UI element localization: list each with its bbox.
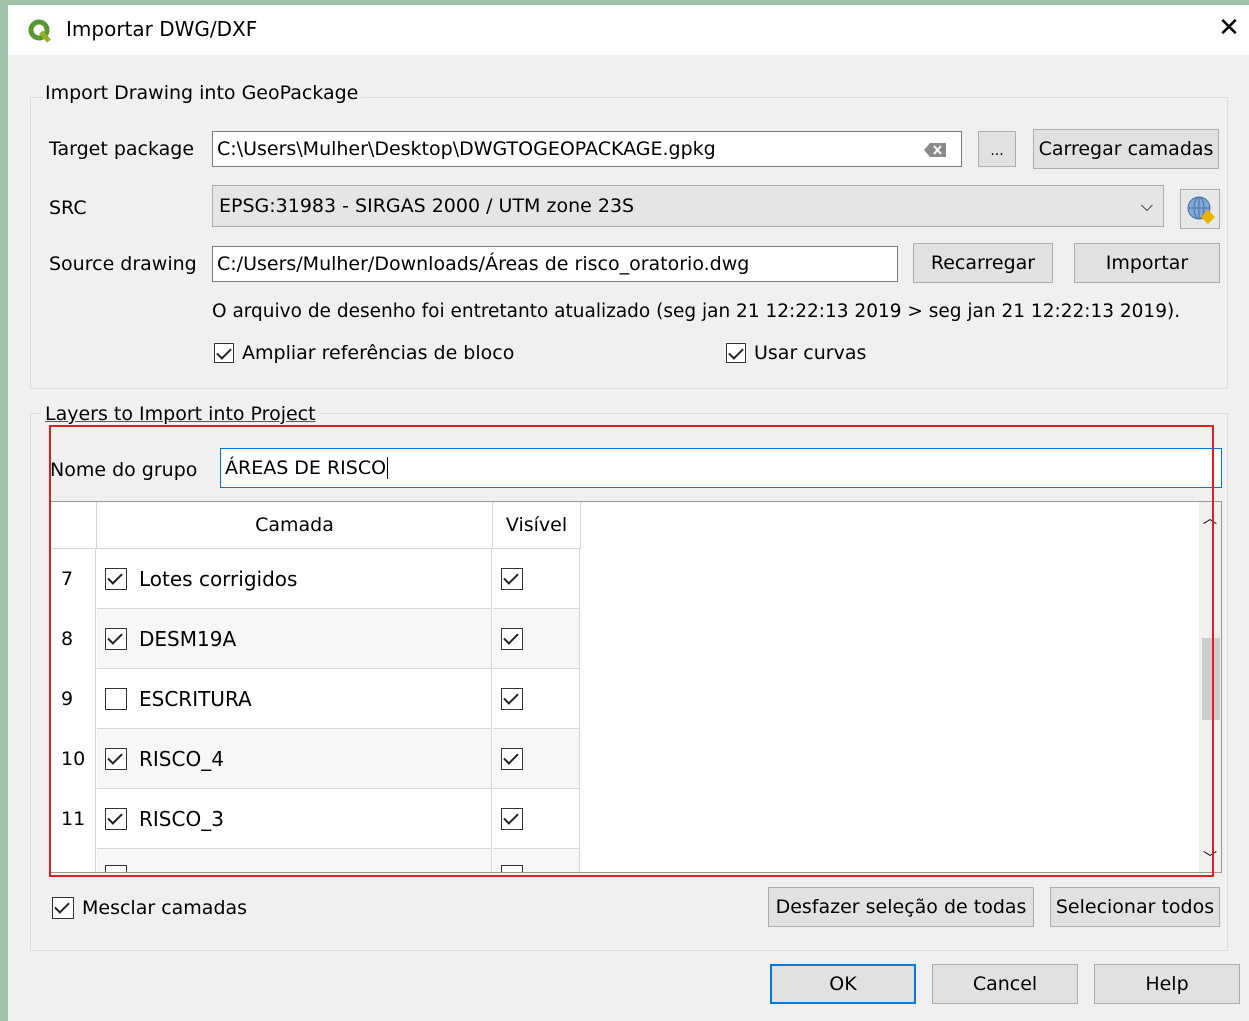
scrollbar-thumb[interactable] <box>1202 638 1220 720</box>
clear-text-icon[interactable] <box>923 142 947 158</box>
title-bar: Importar DWG/DXF ✕ <box>8 5 1249 55</box>
layer-cell[interactable] <box>97 849 492 872</box>
globe-icon <box>1187 196 1216 225</box>
visible-cell[interactable] <box>493 849 580 872</box>
layer-name: RISCO_3 <box>139 806 224 831</box>
layer-checkbox[interactable] <box>105 567 127 590</box>
scroll-down-icon[interactable]: ﹀ <box>1199 848 1221 870</box>
row-number: 10 <box>51 729 96 789</box>
visible-cell[interactable] <box>493 669 580 729</box>
layers-table[interactable]: Camada Visível 7 Lotes corrigidos 8 DESM… <box>50 501 1222 873</box>
visible-checkbox[interactable] <box>501 687 523 710</box>
cancel-button[interactable]: Cancel <box>932 964 1078 1004</box>
import-dwg-dialog: Importar DWG/DXF ✕ Import Drawing into G… <box>8 5 1249 1021</box>
table-row[interactable]: 11 RISCO_3 <box>51 789 581 849</box>
scroll-up-icon[interactable]: ︿ <box>1199 508 1221 530</box>
help-button[interactable]: Help <box>1094 964 1240 1004</box>
source-drawing-input[interactable]: C:/Users/Mulher/Downloads/Áreas de risco… <box>212 246 898 282</box>
layer-cell[interactable]: Lotes corrigidos <box>97 549 492 609</box>
row-number: 7 <box>51 549 96 609</box>
table-row[interactable]: 10 RISCO_4 <box>51 729 581 789</box>
layer-checkbox[interactable] <box>105 865 127 872</box>
visible-checkbox[interactable] <box>501 747 523 770</box>
ok-button[interactable]: OK <box>770 964 916 1004</box>
column-header-visible[interactable]: Visível <box>493 502 581 549</box>
browse-button[interactable]: ... <box>978 131 1016 167</box>
expand-block-references-label: Ampliar referências de bloco <box>242 342 515 364</box>
table-row[interactable]: 9 ESCRITURA <box>51 669 581 729</box>
checkbox-checked-icon[interactable] <box>52 897 74 919</box>
target-package-label: Target package <box>49 138 195 160</box>
src-value: EPSG:31983 - SIRGAS 2000 / UTM zone 23S <box>219 195 635 217</box>
visible-checkbox[interactable] <box>501 865 523 872</box>
visible-checkbox[interactable] <box>501 807 523 830</box>
checkbox-checked-icon[interactable] <box>726 343 746 363</box>
group-name-input[interactable]: ÁREAS DE RISCO <box>220 448 1222 488</box>
layer-checkbox[interactable] <box>105 627 127 650</box>
column-header-layer[interactable]: Camada <box>97 502 493 549</box>
visible-cell[interactable] <box>493 609 580 669</box>
qgis-logo-icon <box>28 19 51 43</box>
table-row[interactable]: 8 DESM19A <box>51 609 581 669</box>
layer-cell[interactable]: RISCO_3 <box>97 789 492 849</box>
row-number: 11 <box>51 789 96 849</box>
layers-group-title: Layers to Import into Project <box>42 403 319 425</box>
src-select[interactable]: EPSG:31983 - SIRGAS 2000 / UTM zone 23S … <box>212 185 1164 227</box>
checkbox-checked-icon[interactable] <box>214 343 234 363</box>
source-drawing-label: Source drawing <box>49 253 197 275</box>
import-group-title: Import Drawing into GeoPackage <box>42 82 362 104</box>
visible-cell[interactable] <box>493 789 580 849</box>
close-icon[interactable]: ✕ <box>1213 11 1245 45</box>
expand-block-references-checkbox[interactable]: Ampliar referências de bloco <box>214 342 514 364</box>
table-corner <box>51 502 97 549</box>
visible-checkbox[interactable] <box>501 627 523 650</box>
merge-layers-label: Mesclar camadas <box>82 897 248 919</box>
chevron-down-icon: ⌵ <box>1140 196 1153 215</box>
visible-cell[interactable] <box>493 729 580 789</box>
layer-name: Lotes corrigidos <box>139 566 298 591</box>
table-scrollbar[interactable]: ︿ ﹀ <box>1199 502 1221 872</box>
layer-name: RISCO_4 <box>139 746 224 771</box>
layer-cell[interactable]: ESCRITURA <box>97 669 492 729</box>
merge-layers-checkbox[interactable]: Mesclar camadas <box>52 897 247 919</box>
window-title: Importar DWG/DXF <box>66 17 258 41</box>
visible-cell[interactable] <box>493 549 580 609</box>
group-name-label: Nome do grupo <box>50 459 198 481</box>
crs-selector-globe-icon[interactable] <box>1180 189 1220 229</box>
row-number: 8 <box>51 609 96 669</box>
layer-checkbox[interactable] <box>105 687 127 710</box>
status-message: O arquivo de desenho foi entretanto atua… <box>212 301 1181 322</box>
layer-name: ESCRITURA <box>139 686 252 711</box>
layer-checkbox[interactable] <box>105 807 127 830</box>
group-name-value: ÁREAS DE RISCO <box>225 457 387 479</box>
row-number: 9 <box>51 669 96 729</box>
layer-cell[interactable]: RISCO_4 <box>97 729 492 789</box>
row-number <box>51 849 96 872</box>
deselect-all-button[interactable]: Desfazer seleção de todas <box>768 887 1034 927</box>
select-all-button[interactable]: Selecionar todos <box>1050 887 1220 927</box>
visible-checkbox[interactable] <box>501 567 523 590</box>
target-package-input[interactable]: C:\Users\Mulher\Desktop\DWGTOGEOPACKAGE.… <box>212 131 962 167</box>
table-row[interactable]: 7 Lotes corrigidos <box>51 549 581 609</box>
import-button[interactable]: Importar <box>1074 243 1220 283</box>
source-drawing-value: C:/Users/Mulher/Downloads/Áreas de risco… <box>217 253 750 275</box>
layer-name: DESM19A <box>139 626 237 651</box>
layer-cell[interactable]: DESM19A <box>97 609 492 669</box>
src-label: SRC <box>49 197 87 219</box>
use-curves-label: Usar curvas <box>754 342 867 364</box>
load-layers-button[interactable]: Carregar camadas <box>1033 129 1219 169</box>
layer-checkbox[interactable] <box>105 747 127 770</box>
reload-button[interactable]: Recarregar <box>913 243 1053 283</box>
table-row-partial[interactable] <box>51 849 581 872</box>
target-package-value: C:\Users\Mulher\Desktop\DWGTOGEOPACKAGE.… <box>217 138 716 160</box>
use-curves-checkbox[interactable]: Usar curvas <box>726 342 866 364</box>
